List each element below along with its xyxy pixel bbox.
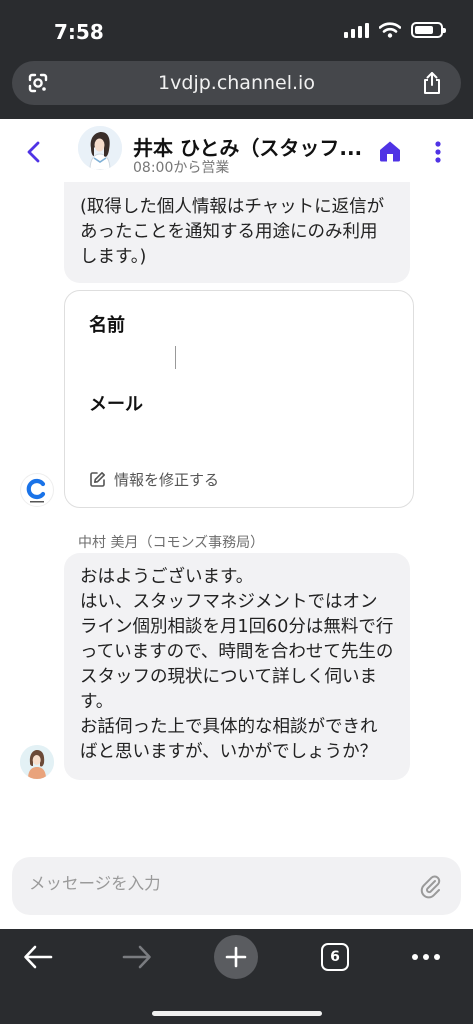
cellular-signal-icon [344,22,369,38]
back-arrow-icon[interactable] [23,944,53,970]
message-bubble-notice: (取得した個人情報はチャットに返信があったことを通知する用途にのみ利用します。) [64,182,410,283]
edit-icon [90,472,105,487]
agent-avatar[interactable] [78,126,122,170]
home-icon[interactable] [378,140,402,162]
message-input[interactable] [29,874,389,893]
google-lens-icon[interactable] [27,72,49,94]
name-label: 名前 [89,315,125,336]
wifi-icon [379,22,401,38]
agent-avatar-illustration [78,126,122,170]
paperclip-icon[interactable] [419,873,441,899]
reply-line: はい、スタッフマネジメントではオンライン個別相談を月1回60分は無料で行っていま… [80,592,394,712]
more-vertical-icon[interactable] [433,140,443,164]
sender-name: 中村 美月（コモンズ事務局） [78,535,265,551]
tab-count: 6 [330,949,340,965]
commons-logo-icon [20,473,54,507]
staff-avatar [20,745,54,779]
back-chevron-icon[interactable] [22,139,46,165]
browser-top-chrome: 7:58 1vdjp.channel.io [0,0,473,119]
tab-switcher-button[interactable]: 6 [321,943,349,971]
operating-hours: 08:00から営業 [133,160,230,176]
edit-info-label: 情報を修正する [114,471,220,489]
status-icons [344,22,446,38]
more-horizontal-icon[interactable] [411,953,441,961]
address-bar[interactable]: 1vdjp.channel.io [12,61,461,105]
notice-text: (取得した個人情報はチャットに返信があったことを通知する用途にのみ利用します。) [80,197,385,267]
name-field-caret[interactable] [175,346,176,369]
user-info-form-card: 名前 メール 情報を修正する [64,290,414,508]
share-icon[interactable] [422,71,442,95]
battery-icon [411,22,446,38]
message-bubble-reply: おはようございます。 はい、スタッフマネジメントではオンライン個別相談を月1回6… [64,553,410,780]
screen: 7:58 1vdjp.channel.io 井本 ひとみ（スタッフ... 08:… [0,0,473,1024]
forward-arrow-icon[interactable] [122,944,152,970]
home-indicator [152,1011,322,1016]
edit-info-button[interactable]: 情報を修正する [89,469,219,490]
plus-icon [225,946,247,968]
reply-line: おはようございます。 [80,567,254,587]
email-label: メール [89,394,143,415]
staff-avatar-illustration [20,745,54,779]
channel-logo-avatar [20,473,54,507]
reply-line: お話伺った上で具体的な相談ができればと思いますが、いかがでしょうか？ [80,717,378,762]
message-composer [12,857,461,915]
status-time: 7:58 [54,20,104,44]
new-tab-button[interactable] [214,935,258,979]
url-text: 1vdjp.channel.io [158,72,315,94]
browser-bottom-toolbar: 6 [0,929,473,1024]
